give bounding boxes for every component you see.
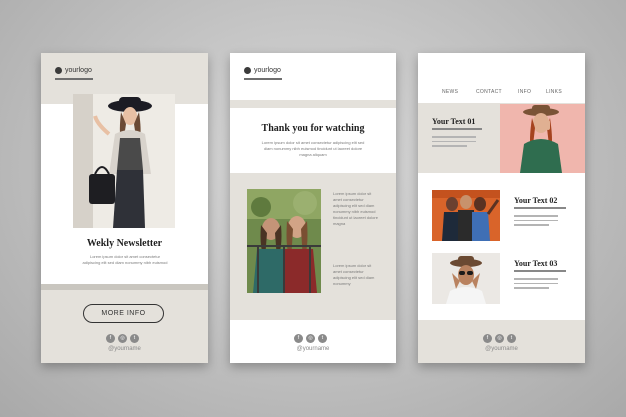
social-links: f ◎ t [106,334,139,343]
nav-links[interactable]: LINKS [546,89,562,95]
thanks-title: Thank you for watching [261,123,365,134]
newsletter-card-2: yourlogo Thank you for watching Lorem ip… [230,53,396,363]
heading-02: Your Text 02 [514,196,558,205]
logo-mark-icon [55,67,62,74]
feature-photo [247,189,321,293]
feature-text-2: Lorem ipsum dolor sit amet consectetur a… [333,263,375,286]
heading-03: Your Text 03 [514,259,558,268]
thanks-paragraph: Lorem ipsum dolor sit amet consectetur a… [261,140,365,157]
hero-photo [73,94,175,228]
row1-text-lines [432,136,476,150]
logo-underline [244,78,282,80]
row2-photo [432,190,500,241]
newsletter-card-3: NEWS CONTACT INFO LINKS Your Text 01 You… [418,53,585,363]
heading-01-underline [432,128,482,130]
instagram-icon[interactable]: ◎ [118,334,127,343]
twitter-icon[interactable]: t [507,334,516,343]
logo[interactable]: yourlogo [244,67,281,74]
heading-03-underline [514,270,566,272]
instagram-icon[interactable]: ◎ [306,334,315,343]
feature-text-1: Lorem ipsum dolor sit amet consectetur a… [333,191,378,226]
instagram-icon[interactable]: ◎ [495,334,504,343]
nav-news[interactable]: NEWS [442,89,458,95]
twitter-icon[interactable]: t [130,334,139,343]
row3-text-lines [514,278,558,292]
heading-01: Your Text 01 [432,117,476,126]
logo-underline [55,78,93,80]
top-band [230,100,396,108]
handle-text: @yourname [108,346,141,352]
row2-text-lines [514,215,558,229]
handle-text: @yourname [296,346,330,352]
logo[interactable]: yourlogo [55,67,92,74]
nav-info[interactable]: INFO [518,89,531,95]
divider-band [41,284,208,290]
nav-contact[interactable]: CONTACT [476,89,502,95]
facebook-icon[interactable]: f [483,334,492,343]
twitter-icon[interactable]: t [318,334,327,343]
newsletter-card-1: yourlogo Wekly Newsletter Lorem ipsum do… [41,53,208,363]
row3-photo [432,253,500,304]
row1-photo [500,104,585,173]
intro-paragraph: Lorem ipsum dolor sit amet consectetur a… [82,254,168,265]
newsletter-title: Wekly Newsletter [86,238,163,249]
facebook-icon[interactable]: f [106,334,115,343]
social-links: f ◎ t [483,334,516,343]
more-info-button[interactable]: MORE INFO [83,304,164,323]
heading-02-underline [514,207,566,209]
facebook-icon[interactable]: f [294,334,303,343]
logo-mark-icon [244,67,251,74]
social-links: f ◎ t [294,334,327,343]
handle-text: @yourname [485,346,518,352]
